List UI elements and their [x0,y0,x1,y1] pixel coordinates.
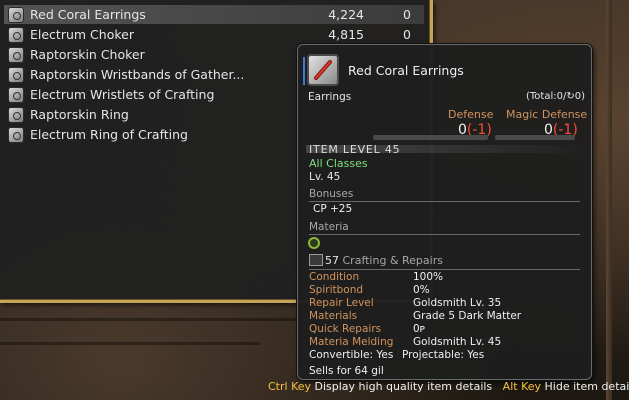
item-equip-level: Lv. 45 [309,171,341,183]
condition-value: 100% [413,271,444,283]
magic-defense-label: Magic Defense [506,108,588,121]
item-title: Red Coral Earrings [348,63,464,78]
repair-level-label: Repair Level [309,297,374,309]
crafting-level: 57 [325,254,339,267]
section-divider [309,234,580,235]
background-plank [0,318,300,321]
wristlet-icon [8,87,24,103]
materia-heading: Materia [309,221,349,233]
condition-label: Condition [309,271,360,283]
materia-melding-label: Materia Melding [309,336,394,348]
background-post [606,0,612,400]
materials-label: Materials [309,310,358,322]
clockwise-arrow-icon: ↻ [566,91,575,102]
materials-value: Grade 5 Dark Matter [413,310,522,322]
item-price: 4,815 [328,27,364,42]
earring-icon [307,54,339,86]
wristband-icon [8,67,24,83]
item-name: Electrum Ring of Crafting [30,127,188,142]
key-hint-bar: Ctrl Key Display high quality item detai… [268,380,629,393]
crafting-heading: 57 Crafting & Repairs [325,254,443,267]
spiritbond-label: Spiritbond [309,284,364,296]
background-plank [0,342,260,345]
item-total: (Total:0/↻0) [526,91,585,102]
item-quantity: 0 [403,7,411,22]
alt-key-action: Hide item details [544,380,629,393]
bonuses-heading: Bonuses [309,188,354,200]
defense-bar [373,135,488,140]
item-level: ITEM LEVEL 45 [309,143,401,156]
ring-icon [8,107,24,123]
earring-icon [8,7,24,23]
ring-icon [8,127,24,143]
item-name: Raptorskin Wristbands of Gather... [30,67,245,82]
item-name: Red Coral Earrings [30,7,146,22]
section-divider [309,269,580,270]
quick-repairs-label: Quick Repairs [309,323,382,335]
item-name: Electrum Choker [30,27,134,42]
spiritbond-value: 0% [413,284,430,296]
choker-icon [8,27,24,43]
list-item[interactable]: Electrum Choker 4,815 0 [4,25,424,44]
total-alt-value: 0) [574,91,585,102]
crafting-label: Crafting & Repairs [342,254,443,267]
tooltip-accent-bar [303,57,305,85]
magic-defense-bar [495,135,575,140]
crafting-icon [309,254,323,266]
alt-key-hint: Alt Key [502,380,542,393]
quick-repairs-value: 0ᴩ [413,323,426,335]
ctrl-key-action: Display high quality item details [314,380,493,393]
defense-label: Defense [448,108,494,121]
sell-price: Sells for 64 gil [309,365,384,377]
materia-slot-icon [308,237,320,249]
item-name: Raptorskin Ring [30,107,129,122]
item-name: Raptorskin Choker [30,47,145,62]
item-name: Electrum Wristlets of Crafting [30,87,215,102]
item-tooltip: Red Coral Earrings Earrings (Total:0/↻0)… [297,44,592,380]
item-category: Earrings [308,91,352,103]
choker-icon [8,47,24,63]
item-classes: All Classes [309,157,368,170]
ctrl-key-hint: Ctrl Key [268,380,312,393]
repair-level-value: Goldsmith Lv. 35 [413,297,502,309]
bonus-value: CP +25 [313,203,353,215]
item-quantity: 0 [403,27,411,42]
projectable-status: Projectable: Yes [402,349,485,361]
item-price: 4,224 [328,7,364,22]
materia-melding-value: Goldsmith Lv. 45 [413,336,502,348]
section-divider [309,201,580,202]
total-prefix: (Total: [525,91,557,102]
convertible-status: Convertible: Yes [309,349,394,361]
list-item[interactable]: Red Coral Earrings 4,224 0 [4,5,424,24]
